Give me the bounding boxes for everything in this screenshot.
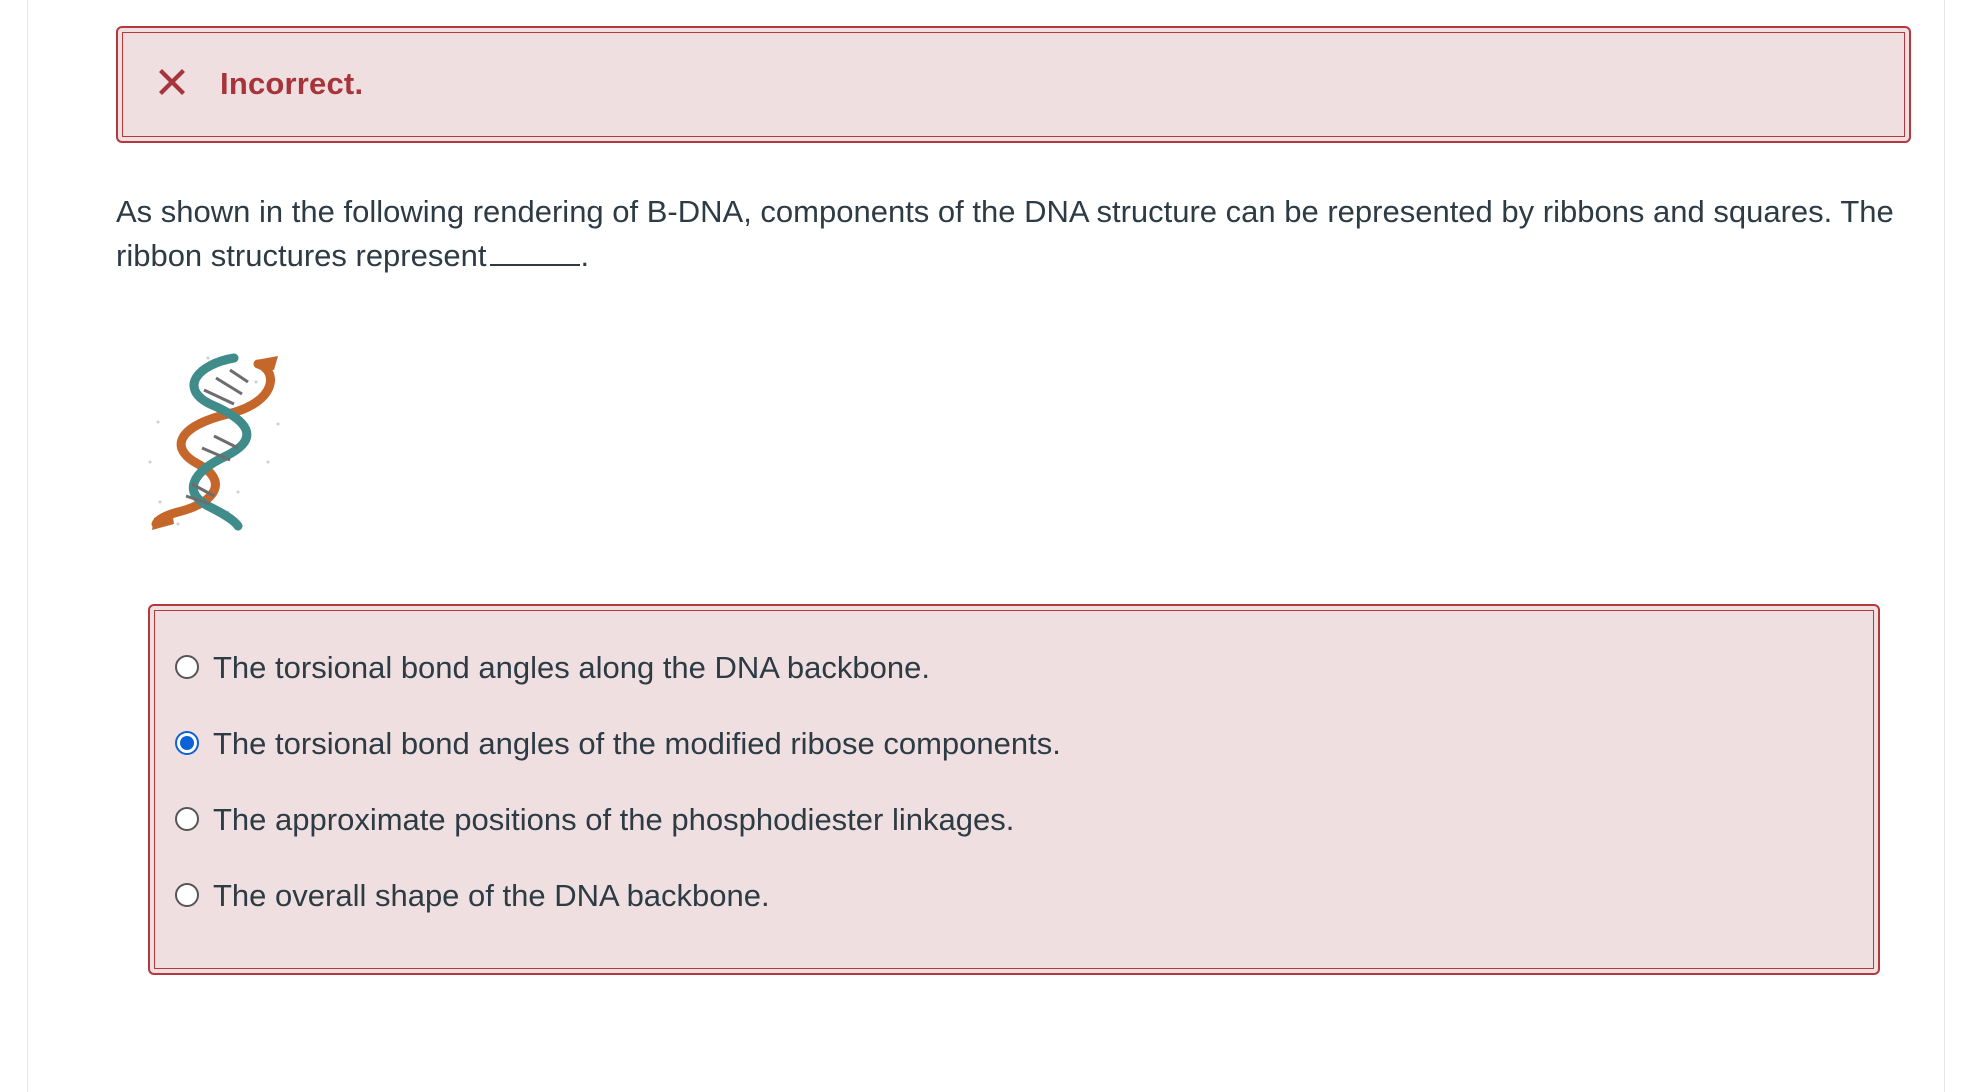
answer-option-4[interactable]: The overall shape of the DNA backbone. — [175, 875, 770, 915]
answer-label: The torsional bond angles along the DNA … — [213, 649, 930, 685]
answer-label: The overall shape of the DNA backbone. — [213, 877, 770, 913]
answer-option-3[interactable]: The approximate positions of the phospho… — [175, 799, 1014, 839]
radio-button-option-2-selected[interactable] — [175, 731, 199, 755]
answer-option-2[interactable]: The torsional bond angles of the modifie… — [175, 723, 1061, 763]
dna-double-helix-image — [148, 353, 280, 531]
quiz-page: Incorrect. As shown in the following ren… — [27, 0, 1945, 1092]
answer-choices: The torsional bond angles along the DNA … — [148, 604, 1880, 975]
feedback-status-text: Incorrect. — [220, 66, 364, 101]
answer-label: The torsional bond angles of the modifie… — [213, 725, 1061, 761]
question-prompt: As shown in the following rendering of B… — [116, 190, 1936, 278]
radio-button-option-4[interactable] — [175, 883, 199, 907]
dna-atom-dots — [148, 356, 280, 526]
feedback-banner: Incorrect. — [116, 26, 1911, 143]
radio-button-option-1[interactable] — [175, 655, 199, 679]
question-period: . — [580, 238, 590, 273]
close-x-icon — [159, 69, 185, 95]
answer-blank — [490, 236, 581, 266]
answer-option-1[interactable]: The torsional bond angles along the DNA … — [175, 647, 930, 687]
radio-button-option-3[interactable] — [175, 807, 199, 831]
answer-label: The approximate positions of the phospho… — [213, 801, 1015, 837]
question-text: As shown in the following rendering of B… — [116, 194, 1894, 273]
